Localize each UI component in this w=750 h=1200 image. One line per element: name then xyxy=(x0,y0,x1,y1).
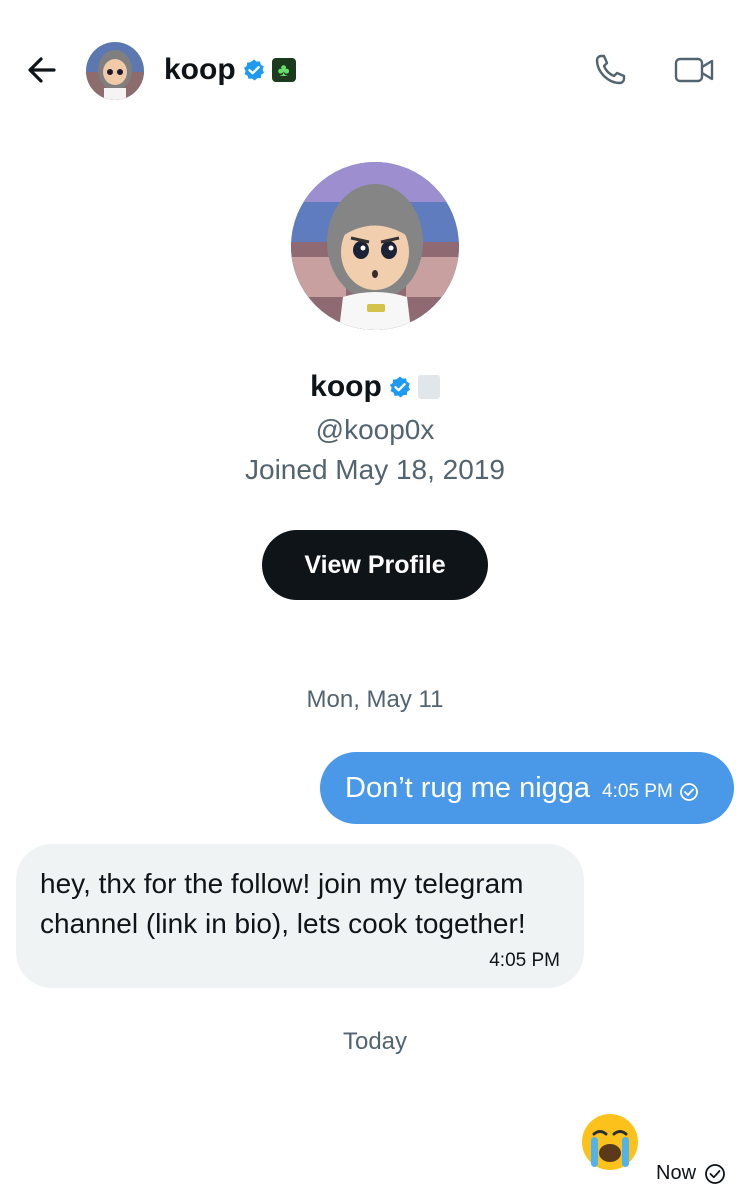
read-check-icon xyxy=(705,1163,725,1184)
verified-badge-icon xyxy=(243,59,264,81)
conversation-header: koop ♣ xyxy=(0,0,750,140)
received-message-time: 4:05 PM xyxy=(489,950,560,971)
sent-message-bubble[interactable]: Don’t rug me nigga 4:05 PM xyxy=(320,752,734,824)
received-message-text: hey, thx for the follow! join my telegra… xyxy=(40,868,526,939)
header-name[interactable]: koop ♣ xyxy=(164,52,296,88)
profile-joined-date: Joined May 18, 2019 xyxy=(245,454,505,485)
sent-message-text: Don’t rug me nigga xyxy=(345,771,591,804)
date-separator: Mon, May 11 xyxy=(306,686,444,713)
profile-name: koop xyxy=(0,370,750,404)
header-name-text: koop xyxy=(164,53,236,86)
header-avatar[interactable] xyxy=(86,42,144,100)
last-message-meta: Now xyxy=(656,1162,726,1185)
read-check-icon xyxy=(679,783,698,801)
last-message-time: Now xyxy=(656,1162,697,1184)
sent-message-time: 4:05 PM xyxy=(602,781,673,802)
video-camera-icon[interactable] xyxy=(672,52,716,88)
view-profile-button[interactable]: View Profile xyxy=(262,530,488,600)
received-message-bubble[interactable]: hey, thx for the follow! join my telegra… xyxy=(16,844,584,988)
profile-avatar[interactable] xyxy=(291,162,459,330)
verified-badge-icon xyxy=(389,376,410,398)
date-separator-today: Today xyxy=(342,1028,408,1055)
back-arrow-icon[interactable] xyxy=(22,50,62,90)
phone-icon[interactable] xyxy=(592,52,628,88)
sent-message-meta: 4:05 PM xyxy=(602,781,699,803)
clover-icon: ♣ xyxy=(271,58,296,82)
loudly-crying-face-icon[interactable] xyxy=(580,1112,640,1172)
profile-handle: @koop0x xyxy=(315,414,435,445)
profile-name-text: koop xyxy=(310,370,382,403)
affiliate-placeholder-icon xyxy=(417,375,440,399)
